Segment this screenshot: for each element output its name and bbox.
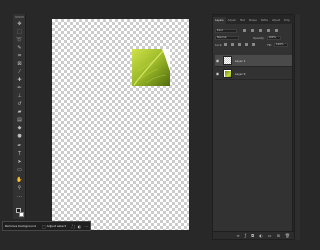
lasso-tool-icon[interactable]: ➰ (16, 38, 23, 43)
layer-thumbnail (223, 56, 232, 65)
layer-name[interactable]: Layer 0 (235, 72, 245, 76)
remove-background-label: Remove background (5, 224, 36, 228)
history-brush-tool-icon[interactable]: ↺ (16, 102, 23, 107)
lock-fill-row: Lock: Fill: 100% (215, 42, 292, 47)
path-select-tool-icon[interactable]: ➤ (16, 160, 23, 165)
link-icon[interactable]: ∞ (236, 233, 239, 238)
adjustment-icon[interactable]: ◐ (259, 233, 263, 238)
lock-transparency-icon[interactable] (224, 43, 228, 46)
frame-tool-icon[interactable]: ⊠ (16, 62, 23, 67)
layers-panel: Layers Adjust Hist Shape Paths Adjust Pr… (212, 14, 294, 240)
leaf-image (132, 49, 170, 86)
hand-tool-icon[interactable]: ✋ (16, 178, 23, 183)
mask-icon[interactable]: ◐ (78, 224, 82, 229)
new-layer-icon[interactable]: ⊞ (277, 233, 280, 238)
filter-icons (243, 29, 280, 32)
document-canvas[interactable] (52, 19, 189, 230)
blend-mode-select[interactable]: Normal (215, 35, 239, 40)
dodge-tool-icon[interactable]: ● (16, 134, 23, 139)
marquee-tool-icon[interactable]: ⬚ (16, 30, 23, 35)
more-tools-icon[interactable]: … (16, 194, 23, 199)
filter-pixel-icon[interactable] (243, 29, 246, 32)
tab-shape[interactable]: Shape (247, 17, 259, 24)
stamp-tool-icon[interactable]: ⊥ (16, 94, 23, 99)
rectangle-tool-icon[interactable]: ▭ (16, 168, 23, 173)
pen-tool-icon[interactable]: ✒ (16, 144, 23, 149)
crop-tool-icon[interactable]: ⌗ (16, 54, 23, 59)
trash-icon[interactable]: 🗑 (285, 233, 290, 238)
layer-filter-row: Kind (215, 28, 292, 33)
transform-icon[interactable]: ⛶ (72, 224, 75, 229)
lock-all-icon[interactable] (252, 43, 256, 46)
layer-thumbnail (223, 69, 232, 78)
tab-prop[interactable]: Prop (282, 17, 292, 24)
select-subject-icon: ⬚ (41, 223, 46, 229)
visibility-eye-icon[interactable]: ◉ (215, 71, 220, 76)
lock-pixels-icon[interactable] (231, 43, 235, 46)
zoom-tool-icon[interactable]: ⚲ (16, 186, 23, 191)
fx-icon[interactable]: ƒ (245, 233, 246, 238)
brush-tool-icon[interactable]: ✏ (16, 86, 23, 91)
layers-panel-footer: ∞ ƒ ◘ ◐ ▭ ⊞ 🗑 (213, 231, 294, 239)
tab-hist[interactable]: Hist (238, 17, 247, 24)
filter-shape-icon[interactable] (267, 29, 270, 32)
filter-adjustment-icon[interactable] (251, 29, 254, 32)
select-subject-label: Adjust select (46, 224, 66, 228)
tab-layers[interactable]: Layers (213, 17, 226, 24)
filter-smart-object-icon[interactable] (275, 29, 278, 32)
lock-position-icon[interactable] (238, 43, 242, 46)
toolbar-grip[interactable] (15, 16, 24, 18)
collapsed-panels-strip[interactable] (294, 14, 300, 240)
more-options-icon[interactable]: ⋯ (84, 224, 88, 229)
gradient-tool-icon[interactable]: ▤ (16, 118, 23, 123)
tools-panel: ✥ ⬚ ➰ ✎ ⌗ ⊠ ⁄ ✚ ✏ ⊥ ↺ ▰ ▤ ◆ ● ✒ T ➤ ▭ ✋ … (13, 14, 26, 219)
type-tool-icon[interactable]: T (16, 152, 23, 157)
opacity-label: Opacity: (253, 35, 265, 40)
select-subject-button[interactable]: ⬚ Adjust select (42, 224, 66, 229)
opacity-field[interactable]: 100% (266, 35, 281, 40)
quick-select-tool-icon[interactable]: ✎ (16, 46, 23, 51)
fill-field[interactable]: 100% (274, 42, 289, 47)
tab-adjust-2[interactable]: Adjust (270, 17, 282, 24)
lock-icons (224, 43, 257, 46)
visibility-eye-icon[interactable]: ◉ (215, 58, 220, 63)
move-tool-icon[interactable]: ✥ (16, 22, 23, 27)
blend-opacity-row: Normal Opacity: 100% (215, 35, 292, 40)
filter-type-icon[interactable] (259, 29, 262, 32)
remove-background-button[interactable]: Remove background (5, 224, 36, 228)
contextual-task-bar: Remove background ⬚ Adjust select ⛶ ◐ ⋯ (2, 221, 91, 231)
tab-adjust[interactable]: Adjust (226, 17, 238, 24)
eyedropper-tool-icon[interactable]: ⁄ (16, 70, 23, 75)
fill-label: Fill: (267, 42, 273, 47)
layer-name[interactable]: Layer 1 (235, 59, 245, 63)
lock-label: Lock: (215, 42, 223, 47)
layer-row-layer-0[interactable]: ◉ Layer 0 (215, 68, 292, 80)
leaf-thumbnail-image (225, 71, 231, 77)
background-color-swatch[interactable] (19, 212, 24, 217)
blur-tool-icon[interactable]: ◆ (16, 126, 23, 131)
healing-tool-icon[interactable]: ✚ (16, 78, 23, 83)
eraser-tool-icon[interactable]: ▰ (16, 110, 23, 115)
layer-filter-kind[interactable]: Kind (215, 28, 237, 33)
mask-icon[interactable]: ◘ (251, 233, 254, 238)
folder-icon[interactable]: ▭ (268, 233, 272, 238)
lock-artboard-icon[interactable] (245, 43, 249, 46)
tab-paths[interactable]: Paths (259, 17, 270, 24)
layer-row-layer-1[interactable]: ◉ Layer 1 (215, 55, 292, 67)
panel-tab-bar: Layers Adjust Hist Shape Paths Adjust Pr… (213, 15, 294, 24)
